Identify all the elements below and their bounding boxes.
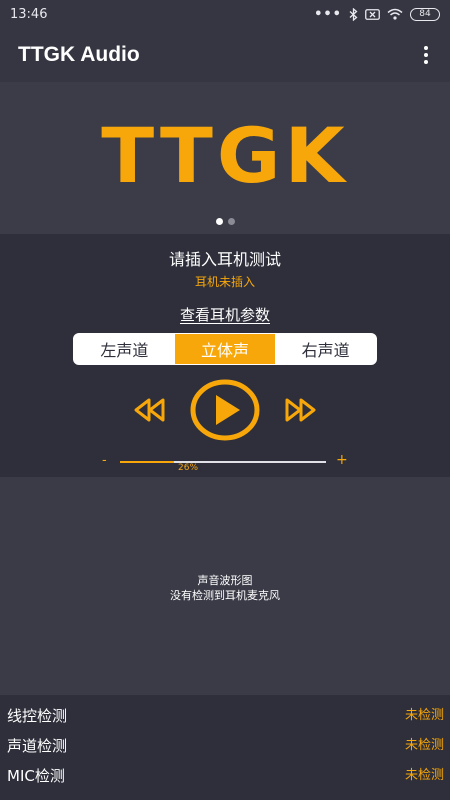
rewind-icon[interactable] [133,397,167,423]
carousel-pager [0,218,450,225]
app-bar: TTGK Audio [0,28,450,82]
check-row-line-control[interactable]: 线控检测 未检测 [0,700,450,730]
check-status: 未检测 [404,708,444,723]
app-title: TTGK Audio [18,43,140,66]
control-panel: 请插入耳机测试 耳机未插入 查看耳机参数 左声道 立体声 右声道 - 26% + [0,234,450,477]
volume-value[interactable]: 26% [174,463,202,473]
status-bar: 13:46 ••• 84 [0,0,450,28]
pager-dot[interactable] [227,218,235,225]
check-row-channel[interactable]: 声道检测 未检测 [0,730,450,760]
check-row-mic[interactable]: MIC检测 未检测 [0,760,450,790]
check-status: 未检测 [404,738,444,753]
sim-off-icon [365,8,380,20]
banner-carousel[interactable]: TTGK [0,82,450,234]
check-name: 线控检测 [7,707,68,725]
check-name: 声道检测 [7,737,68,755]
check-list: 线控检测 未检测 声道检测 未检测 MIC检测 未检测 [0,695,450,800]
left-channel-button[interactable]: 左声道 [74,334,175,364]
volume-up-button[interactable]: + [336,452,348,468]
waveform-message: 没有检测到耳机麦克风 [170,589,280,602]
headphone-status: 耳机未插入 [194,275,255,289]
channel-selector: 左声道 立体声 右声道 [73,333,377,365]
status-icons: ••• 84 [314,7,440,22]
more-dots-icon: ••• [314,6,342,22]
view-params-link[interactable]: 查看耳机参数 [0,304,450,325]
volume-track[interactable]: 26% [120,461,326,473]
volume-fill [120,461,174,463]
play-icon[interactable] [190,379,260,441]
check-status: 未检测 [404,768,444,783]
insert-headphone-prompt: 请插入耳机测试 [168,250,281,269]
wifi-icon [387,8,403,20]
battery-indicator: 84 [410,7,440,21]
check-name: MIC检测 [7,767,65,785]
volume-down-button[interactable]: - [102,453,107,468]
overflow-menu-icon[interactable] [420,42,432,68]
pager-dot-active[interactable] [215,218,223,225]
right-channel-button[interactable]: 右声道 [275,334,376,364]
status-time: 13:46 [10,6,48,22]
playback-controls [0,379,450,443]
ttgk-logo: TTGK [101,111,349,200]
waveform-title: 声音波形图 [197,574,253,587]
volume-slider[interactable]: - 26% + [0,452,450,473]
stereo-button[interactable]: 立体声 [174,334,276,364]
bluetooth-icon [349,7,358,21]
waveform-area: 声音波形图 没有检测到耳机麦克风 [0,477,450,695]
fast-forward-icon[interactable] [283,397,317,423]
